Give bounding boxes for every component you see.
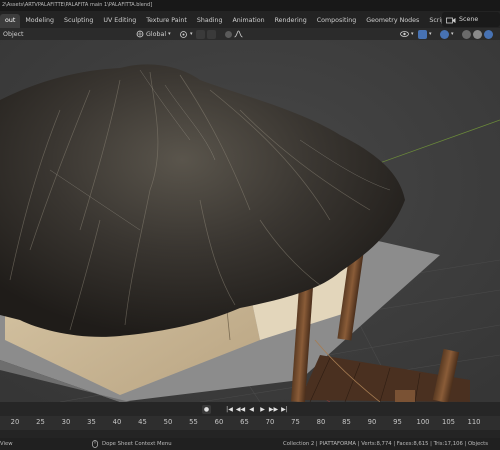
- pivot-icon: [180, 30, 187, 38]
- frame-number: 75: [291, 418, 300, 426]
- chevron-down-icon: ▾: [168, 31, 171, 37]
- frame-number: 50: [163, 418, 173, 426]
- global-orientation-icon: [136, 30, 144, 38]
- transform-orientation-selector[interactable]: Global ▾: [136, 29, 171, 39]
- workspace-tab[interactable]: Rendering: [270, 14, 312, 28]
- object-mode-selector[interactable]: Object: [0, 31, 24, 38]
- file-path: 2\Assets\ARTVPALAFITTE\PALAFITA main 1\P…: [2, 2, 153, 8]
- frame-number: 110: [467, 418, 481, 426]
- frame-number: 30: [61, 418, 71, 426]
- solid-shading-icon[interactable]: [473, 29, 482, 39]
- next-keyframe-icon[interactable]: ▶▶: [269, 405, 278, 414]
- frame-number: 85: [342, 418, 351, 426]
- keyframe-dot-icon[interactable]: ●: [202, 405, 211, 414]
- proportional-editing-toggle[interactable]: [225, 29, 243, 39]
- scene-statistics: Collection 2 | PIATTAFORMA | Verts:8,774…: [283, 441, 488, 447]
- workspace-tabs: out Modeling Sculpting UV Editing Texture Pa…: [0, 11, 462, 28]
- play-icon[interactable]: ▶: [258, 405, 267, 414]
- jump-end-icon[interactable]: ▶|: [280, 405, 289, 414]
- material-preview-icon[interactable]: [484, 29, 493, 39]
- pivot-point-selector[interactable]: ▾: [179, 29, 193, 39]
- mouse-icon: [92, 440, 98, 448]
- chevron-down-icon: ▾: [411, 31, 414, 37]
- frame-number: 100: [416, 418, 430, 426]
- frame-number: 45: [138, 418, 147, 426]
- status-bar: View Dope Sheet Context Menu Collection …: [0, 438, 500, 450]
- timeline-frame-ruler[interactable]: 20 25 30 35 40 45 50 55 60 65 70 75 80 85 90 95 100 105 11…: [0, 416, 500, 430]
- workspace-tab[interactable]: Sculpting: [59, 14, 98, 28]
- wooden-post-corner: [395, 390, 415, 402]
- visibility-selector[interactable]: ▾: [400, 29, 414, 39]
- overlays-toggle[interactable]: ▾: [440, 29, 454, 39]
- frame-number: 80: [316, 418, 326, 426]
- timeline-controls: ● |◀ ◀◀ ◀ ▶ ▶▶ ▶|: [0, 402, 500, 416]
- viewport-header: Object Global ▾ ▾ ▾ ▾ ▾: [0, 28, 500, 40]
- scene-selector[interactable]: Scene: [442, 12, 500, 27]
- frame-number: 70: [265, 418, 275, 426]
- frame-number: 95: [393, 418, 402, 426]
- wireframe-shading-icon[interactable]: [462, 29, 471, 39]
- scene-icon: [446, 17, 456, 23]
- workspace-tab[interactable]: Geometry Nodes: [361, 14, 424, 28]
- snap-icon: [196, 29, 205, 39]
- overlays-icon: [440, 29, 449, 39]
- gizmo-icon: [418, 29, 427, 39]
- timeline-track-area[interactable]: [0, 430, 500, 438]
- window-title-bar: 2\Assets\ARTVPALAFITTE\PALAFITA main 1\P…: [0, 0, 500, 11]
- workspace-tab[interactable]: Compositing: [312, 14, 361, 28]
- chevron-down-icon: ▾: [451, 31, 454, 37]
- snap-toggle[interactable]: [196, 29, 216, 39]
- workspace-tab[interactable]: UV Editing: [98, 14, 141, 28]
- chevron-down-icon: ▾: [190, 31, 193, 37]
- workspace-tab[interactable]: Modeling: [20, 14, 59, 28]
- frame-number: 35: [87, 418, 96, 426]
- status-context-menu: Dope Sheet Context Menu: [102, 441, 172, 447]
- shading-mode-buttons[interactable]: [462, 29, 493, 39]
- eye-icon: [400, 31, 409, 37]
- frame-number: 20: [10, 418, 20, 426]
- workspace-tab[interactable]: out: [0, 14, 21, 28]
- snap-target-icon: [207, 29, 216, 39]
- status-context-hint: Dope Sheet Context Menu: [92, 438, 172, 450]
- scene-name: Scene: [459, 16, 479, 23]
- workspace-tab-bar: out Modeling Sculpting UV Editing Texture Pa…: [0, 11, 500, 28]
- proportional-edit-icon: [225, 30, 232, 38]
- workspace-tab[interactable]: Texture Paint: [141, 14, 192, 28]
- chevron-down-icon: ▾: [429, 31, 432, 37]
- frame-number: 40: [112, 418, 122, 426]
- frame-number: 65: [240, 418, 249, 426]
- gizmo-toggle[interactable]: ▾: [418, 29, 432, 39]
- workspace-tab[interactable]: Animation: [227, 14, 269, 28]
- falloff-curve-icon: [234, 30, 243, 38]
- frame-number: 25: [36, 418, 45, 426]
- frame-number: 105: [442, 418, 455, 426]
- previous-keyframe-icon[interactable]: ◀◀: [236, 405, 245, 414]
- orientation-label: Global: [146, 30, 167, 38]
- workspace-tab[interactable]: Shading: [192, 14, 228, 28]
- frame-number: 55: [189, 418, 198, 426]
- play-reverse-icon[interactable]: ◀: [247, 405, 256, 414]
- viewport-scene: [0, 40, 500, 402]
- frame-number: 90: [367, 418, 377, 426]
- 3d-viewport[interactable]: [0, 40, 500, 402]
- status-view-label: View: [0, 441, 13, 447]
- frame-number: 60: [214, 418, 224, 426]
- jump-start-icon[interactable]: |◀: [225, 405, 234, 414]
